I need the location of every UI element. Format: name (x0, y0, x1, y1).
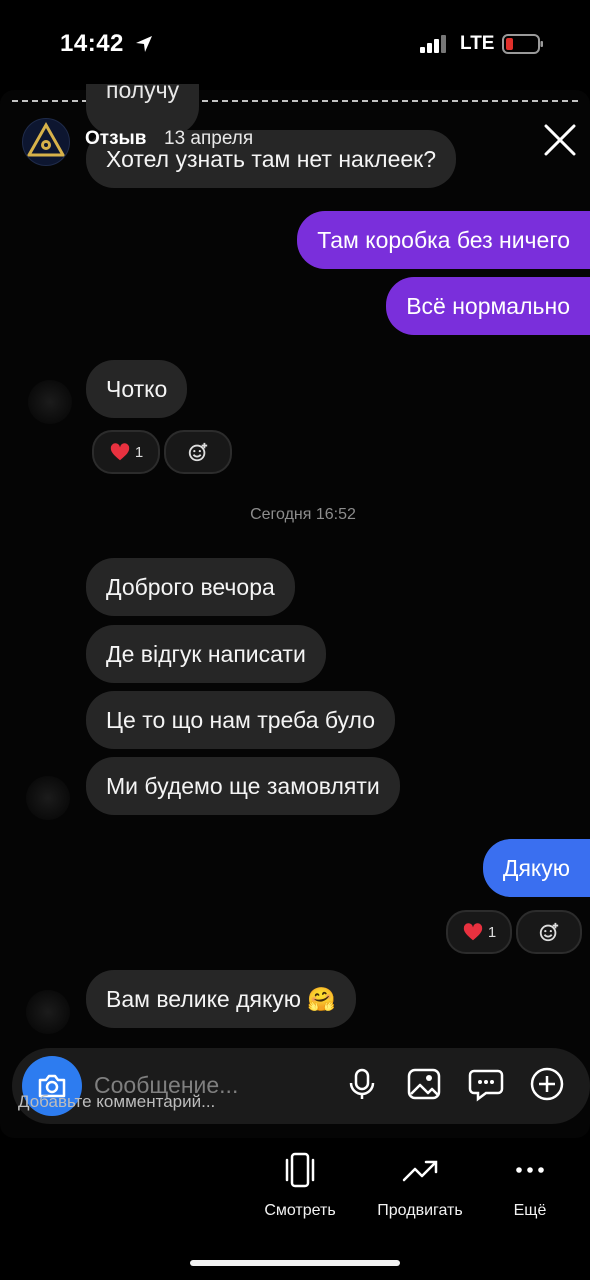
home-indicator[interactable] (190, 1260, 400, 1266)
sticker-chat-icon[interactable] (468, 1066, 504, 1102)
promote-button[interactable]: Продвигать (360, 1150, 480, 1220)
signal-icon (420, 35, 446, 53)
sender-avatar (26, 990, 70, 1034)
heart-icon (110, 443, 130, 461)
phone-rotate-icon (285, 1152, 315, 1188)
message-bubble-incoming: Чотко (86, 360, 188, 418)
add-emoji-icon (539, 922, 559, 942)
more-label: Ещё (513, 1202, 547, 1219)
message-bubble-outgoing: Всё нормально (386, 277, 590, 335)
reaction-heart[interactable]: 1 (92, 430, 160, 474)
date-separator: Сегодня 16:52 (250, 506, 356, 523)
message-bubble-incoming: Це то що нам треба було (86, 691, 396, 749)
watch-button[interactable]: Смотреть (240, 1150, 360, 1220)
more-button[interactable]: Ещё (470, 1150, 590, 1220)
comment-input[interactable]: Добавьте комментарий... (18, 1092, 215, 1112)
sender-avatar (28, 380, 72, 424)
watch-label: Смотреть (264, 1202, 336, 1219)
more-dots-icon (516, 1167, 544, 1173)
plus-circle-icon[interactable] (529, 1066, 565, 1102)
reaction-count: 1 (134, 443, 144, 461)
reaction-count: 1 (487, 923, 497, 941)
close-icon[interactable] (540, 120, 580, 160)
microphone-icon[interactable] (344, 1066, 380, 1102)
message-bubble-incoming: Де відгук написати (86, 625, 326, 683)
battery-icon (502, 34, 543, 54)
story-username[interactable]: Отзыв (85, 128, 146, 150)
message-bubble-outgoing: Дякую (482, 839, 590, 897)
story-avatar[interactable] (22, 118, 70, 166)
message-bubble-incoming: Доброго вечора (86, 558, 295, 616)
add-reaction-button[interactable] (516, 910, 582, 954)
message-bubble-incoming: Вам велике дякую 🤗 (86, 970, 357, 1028)
reaction-heart[interactable]: 1 (446, 910, 512, 954)
triangle-eye-logo-icon (26, 121, 66, 157)
story-date: 13 апреля (164, 128, 254, 149)
network-type: LTE (460, 33, 495, 54)
add-reaction-button[interactable] (164, 430, 232, 474)
promote-label: Продвигать (377, 1202, 463, 1219)
heart-icon (463, 923, 483, 941)
add-emoji-icon (188, 442, 208, 462)
gallery-icon[interactable] (406, 1066, 442, 1102)
location-arrow-icon (136, 36, 152, 52)
message-bubble-incoming: Ми будемо ще замовляти (86, 757, 400, 815)
status-time: 14:42 (60, 30, 124, 57)
message-bubble-partial: получу (86, 84, 200, 135)
sender-avatar (26, 776, 70, 820)
message-bubble-outgoing: Там коробка без ничего (297, 211, 590, 269)
trend-up-icon (402, 1160, 438, 1182)
